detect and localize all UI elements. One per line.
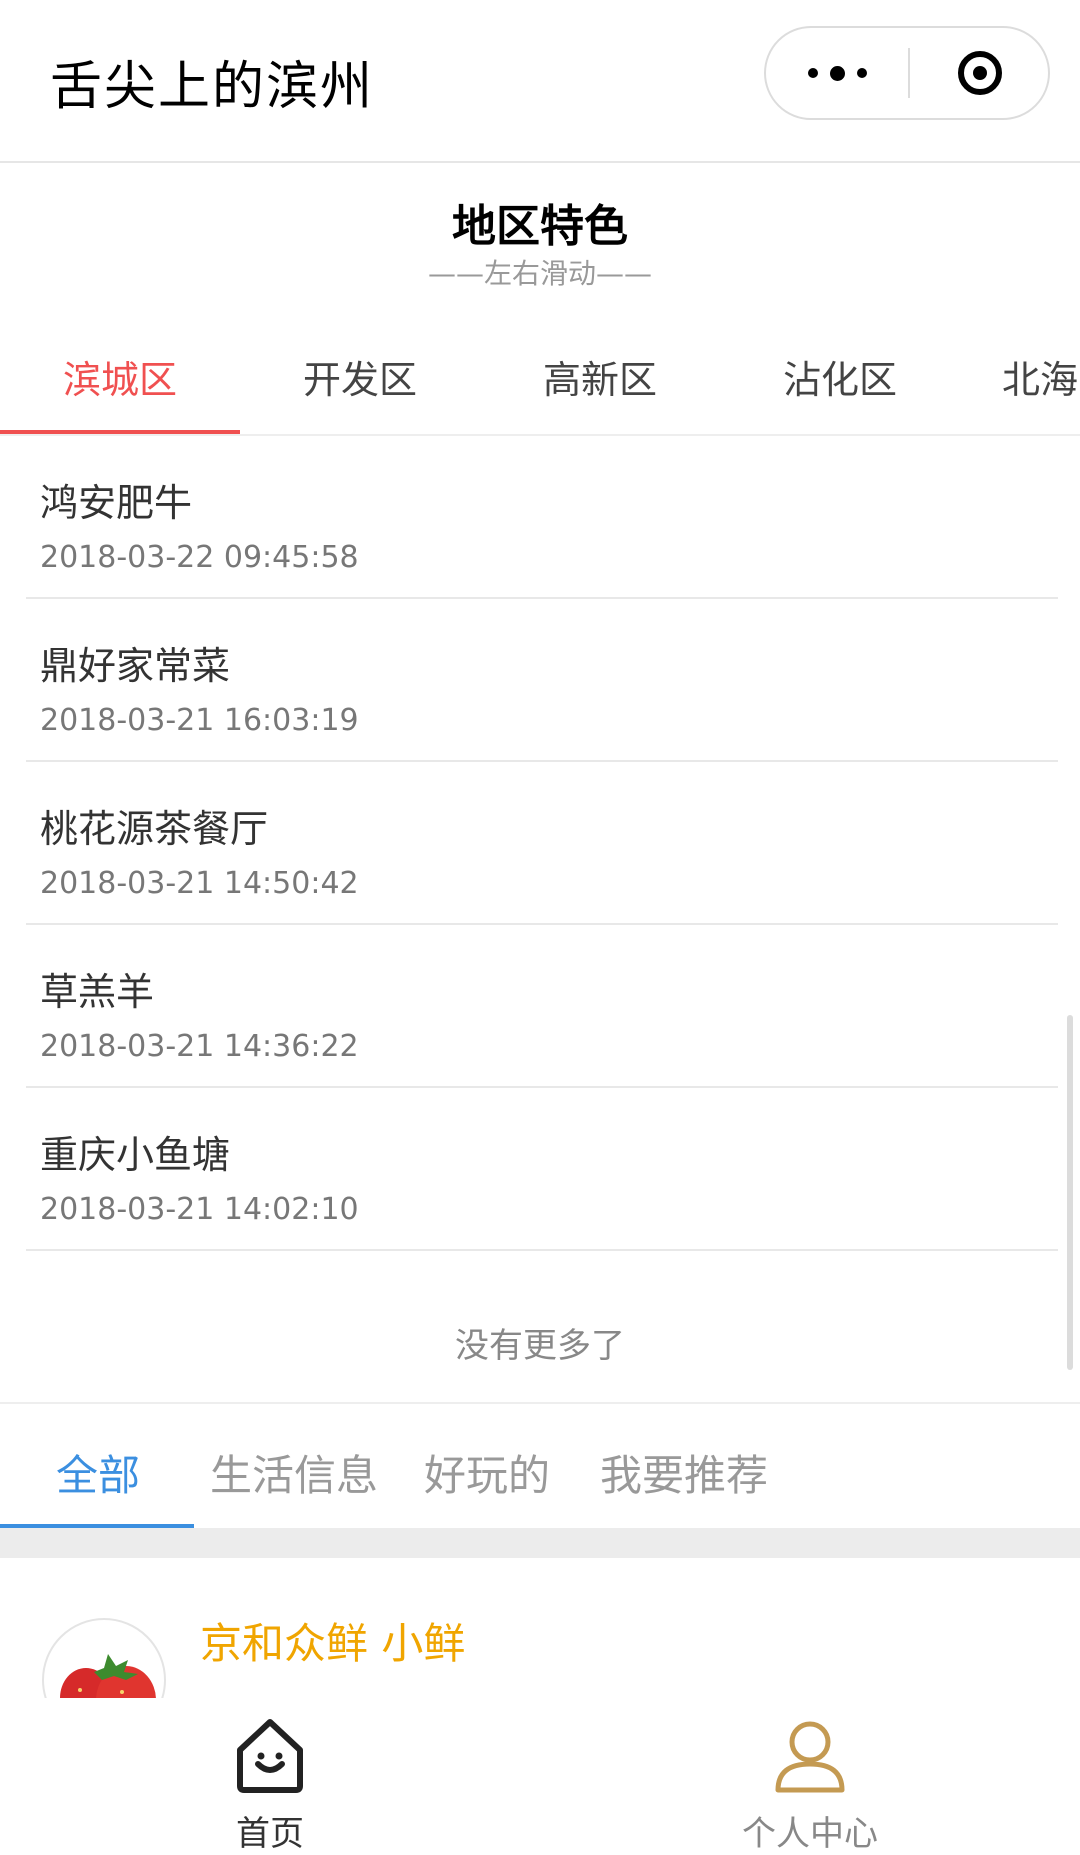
more-dots-icon — [807, 68, 818, 78]
district-tab-indicator — [0, 430, 240, 434]
no-more-text: 没有更多了 — [455, 1326, 625, 1366]
list-item[interactable]: 重庆小鱼塘 2018-03-21 14:02:10 — [26, 1088, 1058, 1251]
list-item[interactable]: 鸿安肥牛 2018-03-22 09:45:58 — [26, 436, 1058, 599]
item-name: 重庆小鱼塘 — [40, 1133, 231, 1177]
item-time: 2018-03-21 16:03:19 — [40, 703, 359, 738]
tab-kaifa[interactable]: 开发区 — [240, 340, 480, 434]
item-name: 草羔羊 — [40, 970, 155, 1014]
user-icon — [775, 1721, 845, 1793]
page-title: 舌尖上的滨州 — [50, 57, 375, 117]
category-tabs[interactable]: 全部 生活信息 好玩的 我要推荐 — [0, 1402, 1080, 1528]
item-time: 2018-03-21 14:36:22 — [40, 1029, 359, 1064]
tab-bincheng[interactable]: 滨城区 — [0, 340, 240, 434]
tab-all[interactable]: 全部 — [56, 1442, 140, 1503]
district-tabs[interactable]: 滨城区 开发区 高新区 沾化区 北海 — [0, 340, 1080, 436]
tab-beihai[interactable]: 北海 — [960, 340, 1080, 434]
item-name: 鼎好家常菜 — [40, 644, 231, 688]
tab-bar: 首页 个人中心 — [0, 1698, 1080, 1854]
tab-fun[interactable]: 好玩的 — [424, 1442, 550, 1503]
strawberry-icon — [60, 1654, 156, 1698]
item-name: 鸿安肥牛 — [40, 481, 193, 525]
tab-life-info[interactable]: 生活信息 — [210, 1442, 378, 1503]
tabbar-home[interactable]: 首页 — [0, 1698, 540, 1854]
nav-bar: 舌尖上的滨州 — [0, 0, 1080, 163]
tab-recommend[interactable]: 我要推荐 — [600, 1442, 768, 1503]
post-author[interactable]: 京和众鲜 小鲜 — [200, 1610, 465, 1671]
more-button[interactable] — [766, 28, 908, 118]
section-title: 地区特色 — [452, 201, 628, 252]
item-time: 2018-03-21 14:02:10 — [40, 1192, 359, 1227]
tabbar-me-label: 个人中心 — [742, 1814, 878, 1854]
more-dots-icon-center — [829, 65, 845, 81]
home-icon — [237, 1719, 303, 1793]
post-item[interactable]: 京和众鲜 小鲜 — [0, 1558, 1080, 1698]
list-item[interactable]: 草羔羊 2018-03-21 14:36:22 — [26, 925, 1058, 1088]
section-divider — [0, 1528, 1080, 1558]
close-button[interactable] — [910, 28, 1050, 118]
tab-zhanhua[interactable]: 沾化区 — [720, 340, 960, 434]
item-name: 桃花源茶餐厅 — [40, 807, 269, 851]
item-time: 2018-03-21 14:50:42 — [40, 866, 359, 901]
avatar[interactable] — [42, 1618, 166, 1698]
tabbar-home-label: 首页 — [236, 1814, 304, 1854]
section-subtitle: ——左右滑动—— — [427, 257, 652, 290]
list-item[interactable]: 桃花源茶餐厅 2018-03-21 14:50:42 — [26, 762, 1058, 925]
tabbar-me[interactable]: 个人中心 — [540, 1698, 1080, 1854]
item-time: 2018-03-22 09:45:58 — [40, 540, 359, 575]
more-dots-icon-right — [856, 68, 867, 78]
capsule-menu — [764, 26, 1050, 120]
target-core — [973, 66, 987, 80]
list-scrollbar[interactable] — [1067, 1015, 1073, 1370]
restaurant-list: 鸿安肥牛 2018-03-22 09:45:58 鼎好家常菜 2018-03-2… — [26, 436, 1058, 1251]
tab-gaoxin[interactable]: 高新区 — [480, 340, 720, 434]
target-close-icon — [958, 51, 1002, 95]
list-item[interactable]: 鼎好家常菜 2018-03-21 16:03:19 — [26, 599, 1058, 762]
